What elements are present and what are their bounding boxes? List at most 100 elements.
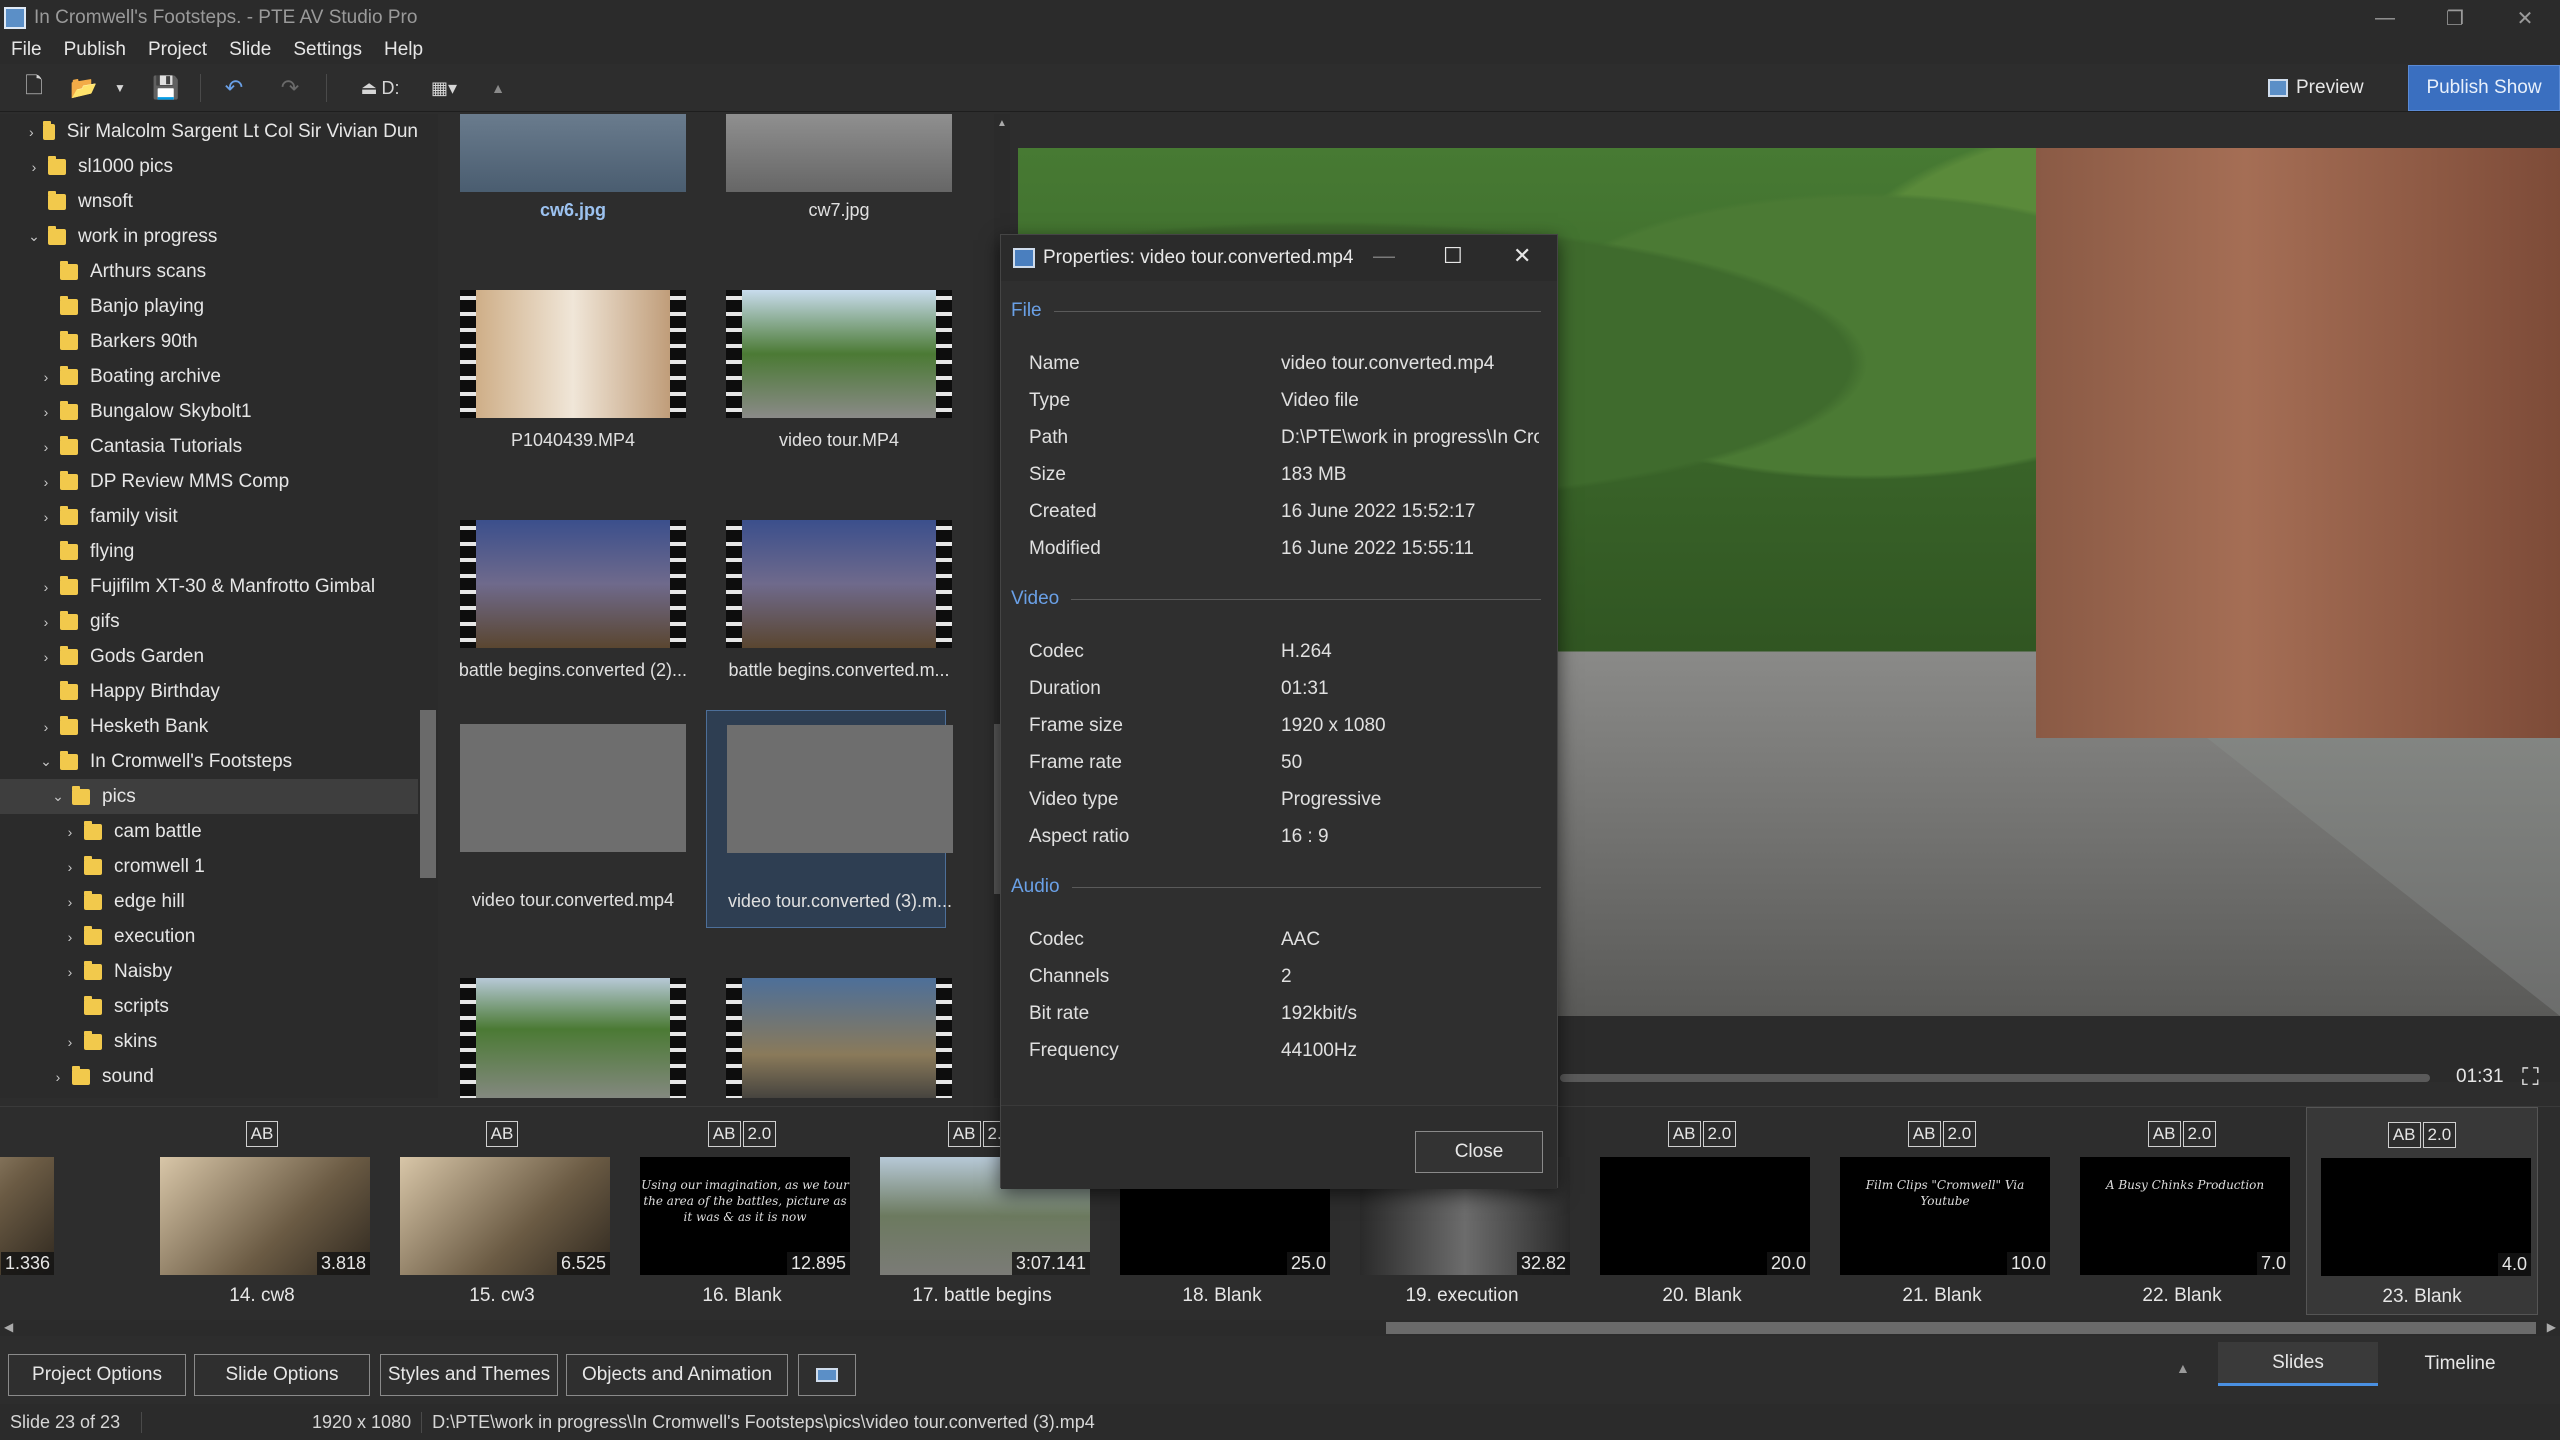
menu-publish[interactable]: Publish — [53, 39, 137, 61]
tab-timeline[interactable]: Timeline — [2380, 1342, 2540, 1386]
dialog-maximize-icon[interactable]: ☐ — [1443, 243, 1463, 269]
publish-show-button[interactable]: Publish Show — [2408, 65, 2560, 111]
preview-button[interactable]: Preview — [2268, 70, 2368, 106]
strip-scroll-thumb[interactable] — [1386, 1322, 2536, 1334]
menu-settings[interactable]: Settings — [282, 39, 373, 61]
tree-item[interactable]: ⌄ pics — [0, 779, 418, 814]
tree-item[interactable]: › sl1000 pics — [0, 149, 418, 184]
tree-item[interactable]: Barkers 90th — [0, 324, 418, 359]
tree-item[interactable]: › family visit — [0, 499, 418, 534]
open-project-icon[interactable]: 📂 — [70, 74, 98, 102]
slide-item[interactable]: AB 2.0 4.0 23. Blank — [2306, 1107, 2538, 1315]
expand-icon[interactable]: › — [26, 124, 37, 140]
objects-animation-button[interactable]: Objects and Animation — [566, 1354, 788, 1396]
file-item[interactable]: battle begins.converted (2)... — [440, 520, 687, 730]
tree-item[interactable]: › DP Review MMS Comp — [0, 464, 418, 499]
undo-icon[interactable]: ↶ — [220, 74, 248, 102]
tree-item[interactable]: › Sir Malcolm Sargent Lt Col Sir Vivian D… — [0, 114, 418, 149]
open-dropdown-icon[interactable]: ▼ — [112, 74, 128, 102]
tree-item[interactable]: › cromwell 1 — [0, 849, 418, 884]
tree-item[interactable]: › Boating archive — [0, 359, 418, 394]
expand-icon[interactable]: › — [38, 719, 54, 735]
tree-scrollbar[interactable] — [420, 114, 438, 1098]
expand-icon[interactable]: › — [38, 509, 54, 525]
tree-item[interactable]: › skins — [0, 1024, 418, 1059]
menu-help[interactable]: Help — [373, 39, 434, 61]
tree-item[interactable]: Happy Birthday — [0, 674, 418, 709]
tree-item[interactable]: ⌄ work in progress — [0, 219, 418, 254]
menu-file[interactable]: File — [0, 39, 53, 61]
slide-item[interactable]: AB 2.0 Film Clips "Cromwell" Via Youtube 10… — [1826, 1107, 2058, 1315]
minimize-button[interactable]: — — [2350, 0, 2420, 36]
styles-themes-button[interactable]: Styles and Themes — [380, 1354, 558, 1396]
expand-icon[interactable]: › — [62, 929, 78, 945]
collapse-strip-icon[interactable]: ▲ — [2176, 1360, 2190, 1376]
tree-item[interactable]: ⌄ In Cromwell's Footsteps — [0, 744, 418, 779]
tree-item[interactable]: Banjo playing — [0, 289, 418, 324]
file-item[interactable]: battle begins.converted.m... — [706, 520, 952, 730]
tree-item[interactable]: wnsoft — [0, 184, 418, 219]
redo-icon[interactable]: ↷ — [276, 74, 304, 102]
tree-item[interactable]: › Cantasia Tutorials — [0, 429, 418, 464]
expand-icon[interactable]: › — [38, 439, 54, 455]
expand-icon[interactable]: › — [62, 894, 78, 910]
dialog-minimize-icon[interactable]: — — [1373, 243, 1395, 269]
collapse-icon[interactable]: ⌄ — [50, 788, 66, 805]
tree-item[interactable]: › Naisby — [0, 954, 418, 989]
expand-icon[interactable]: › — [38, 614, 54, 630]
file-item[interactable]: video tour.MP4 — [706, 290, 952, 500]
tree-item[interactable]: › Hesketh Bank — [0, 709, 418, 744]
tree-scroll-thumb[interactable] — [420, 710, 436, 878]
tree-item[interactable]: › sound — [0, 1059, 418, 1094]
slide-item[interactable]: AB 2.0 20.0 20. Blank — [1586, 1107, 1818, 1315]
expand-icon[interactable]: › — [38, 579, 54, 595]
screen-icon[interactable] — [798, 1354, 856, 1396]
view-mode-icon[interactable]: ▦▾ — [424, 74, 464, 102]
dialog-close-button[interactable]: Close — [1415, 1131, 1543, 1173]
new-project-icon[interactable]: 🗋 — [20, 73, 48, 102]
slide-item[interactable]: AB 2.0 A Busy Chinks Production 7.0 22. Blan… — [2066, 1107, 2298, 1315]
file-item[interactable] — [440, 978, 686, 1098]
slide-item[interactable]: AB 3.818 14. cw8 — [146, 1107, 378, 1315]
slide-options-button[interactable]: Slide Options — [194, 1354, 370, 1396]
drive-selector[interactable]: ⏏ D: — [350, 74, 410, 102]
collapse-icon[interactable]: ⌄ — [26, 228, 42, 245]
slide-item[interactable]: AB 6.525 15. cw3 — [386, 1107, 618, 1315]
tree-item[interactable]: › Fujifilm XT-30 & Manfrotto Gimbal — [0, 569, 418, 604]
up-folder-icon[interactable]: ▲ — [484, 74, 512, 102]
tree-item[interactable]: scripts — [0, 989, 418, 1024]
file-item[interactable] — [706, 978, 952, 1098]
expand-icon[interactable]: › — [62, 1034, 78, 1050]
expand-icon[interactable]: › — [38, 649, 54, 665]
expand-icon[interactable]: › — [26, 159, 42, 175]
tree-item[interactable]: flying — [0, 534, 418, 569]
file-item[interactable]: P1040439.MP4 — [440, 290, 686, 500]
expand-icon[interactable]: › — [38, 474, 54, 490]
project-options-button[interactable]: Project Options — [8, 1354, 186, 1396]
menu-slide[interactable]: Slide — [218, 39, 282, 61]
menu-project[interactable]: Project — [137, 39, 218, 61]
slide-item[interactable]: 1.336 . cw2 — [0, 1107, 62, 1315]
file-item-selected[interactable]: video tour.converted (3).m... — [706, 710, 953, 928]
fullscreen-icon[interactable]: ⛶ — [2522, 1064, 2539, 1092]
file-item[interactable]: video tour.converted.mp4 — [440, 710, 686, 920]
expand-icon[interactable]: › — [62, 964, 78, 980]
expand-icon[interactable]: › — [38, 404, 54, 420]
slide-item[interactable]: AB 2.0 Using our imagination, as we tour t… — [626, 1107, 858, 1315]
seek-bar[interactable] — [1560, 1074, 2430, 1082]
collapse-icon[interactable]: ⌄ — [38, 753, 54, 770]
dialog-close-icon[interactable]: ✕ — [1513, 243, 1531, 269]
expand-icon[interactable]: › — [62, 859, 78, 875]
expand-icon[interactable]: › — [62, 824, 78, 840]
tree-item[interactable]: › gifs — [0, 604, 418, 639]
tree-item[interactable]: › Gods Garden — [0, 639, 418, 674]
tab-slides[interactable]: Slides — [2218, 1342, 2378, 1386]
expand-icon[interactable]: › — [50, 1069, 66, 1085]
tree-item[interactable]: › edge hill — [0, 884, 418, 919]
tree-item[interactable]: Arthurs scans — [0, 254, 418, 289]
tree-item[interactable]: › execution — [0, 919, 418, 954]
tree-item[interactable]: › cam battle — [0, 814, 418, 849]
close-window-button[interactable]: ✕ — [2490, 0, 2560, 36]
maximize-button[interactable]: ❐ — [2420, 0, 2490, 36]
save-icon[interactable]: 💾 — [152, 74, 180, 102]
